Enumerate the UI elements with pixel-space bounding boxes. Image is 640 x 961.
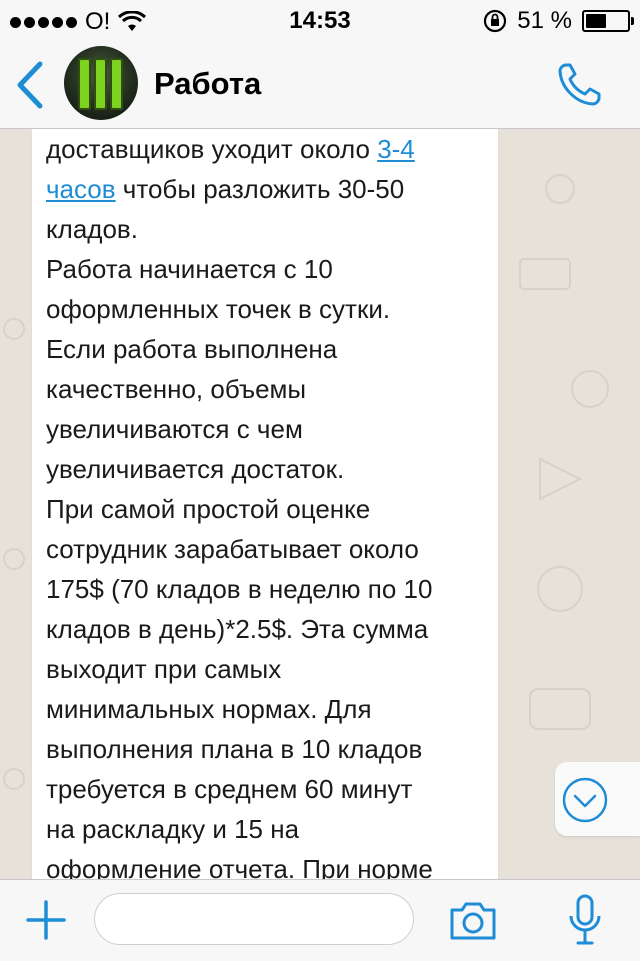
chat-area[interactable]: доставщиков уходит около 3-4 часов чтобы…	[0, 129, 640, 879]
message-input[interactable]	[94, 893, 414, 945]
chat-header: Работа	[0, 40, 640, 129]
battery-icon	[582, 10, 634, 32]
battery-percent: 51 %	[517, 7, 572, 34]
back-chevron-icon[interactable]	[12, 60, 48, 110]
microphone-icon[interactable]	[568, 894, 602, 946]
battery-fill	[586, 14, 606, 28]
camera-icon[interactable]	[448, 898, 498, 942]
message-text-start: доставщиков уходит около	[46, 134, 378, 164]
plus-icon[interactable]	[24, 898, 68, 942]
phone-icon[interactable]	[554, 60, 604, 110]
chat-title[interactable]: Работа	[154, 66, 261, 102]
message-text: доставщиков уходит около 3-4 часов чтобы…	[46, 129, 486, 879]
status-right: 51 %	[483, 7, 634, 35]
rotation-lock-icon	[484, 9, 507, 33]
scroll-to-bottom-button[interactable]	[555, 762, 640, 836]
status-bar: O! 14:53 51 %	[0, 0, 640, 40]
input-bar	[0, 879, 640, 961]
chevron-down-circle-icon	[562, 777, 608, 823]
avatar[interactable]	[64, 46, 138, 120]
message-text-rest: чтобы разложить 30-50 кладов. Работа нач…	[46, 174, 433, 879]
